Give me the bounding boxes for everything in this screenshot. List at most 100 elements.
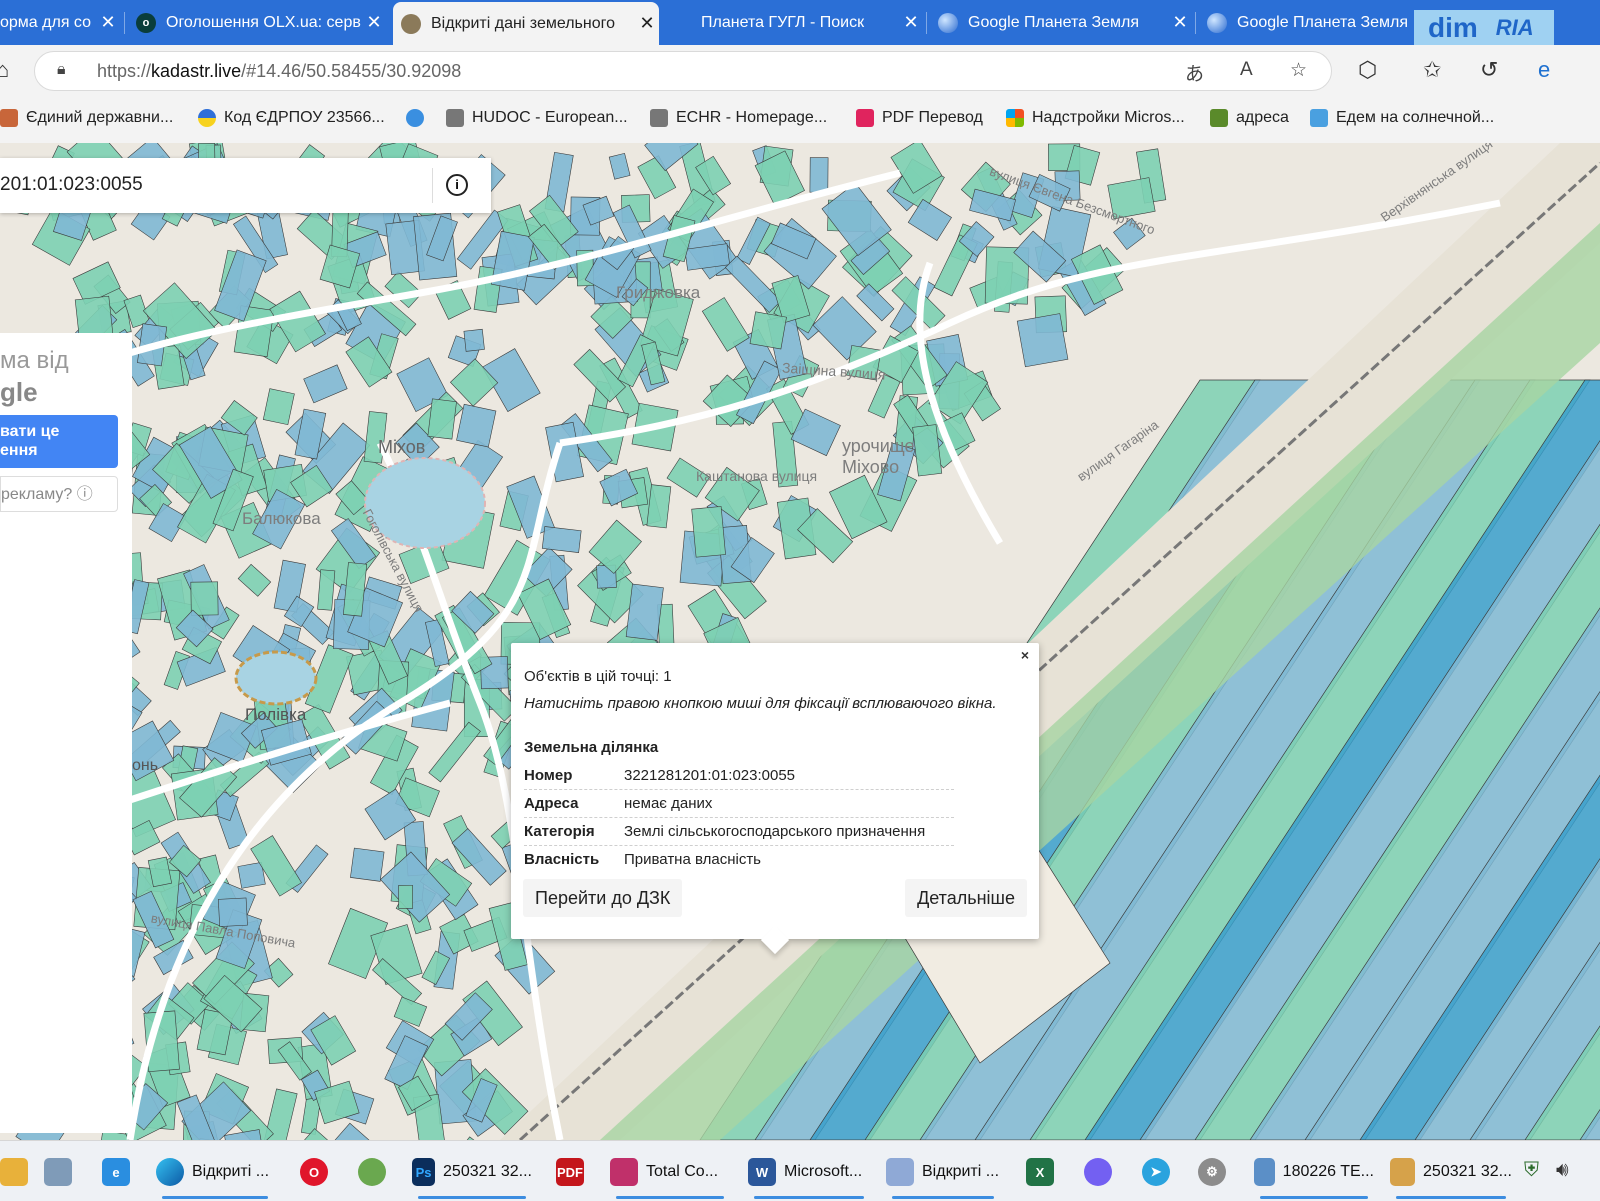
bookmark-solar[interactable]: Едем на солнечной...: [1310, 109, 1494, 127]
ie-mode-icon[interactable]: e: [1538, 57, 1550, 83]
photoshop-icon: Ps: [412, 1158, 436, 1186]
parcel-popup[interactable]: × Об'єктів в цій точці: 1 Натисніть прав…: [511, 643, 1039, 955]
word-icon: W: [748, 1158, 776, 1186]
cadastre-search[interactable]: 201:01:023:0055 i: [0, 158, 491, 213]
bookmark-hudoc[interactable]: HUDOC - European...: [446, 109, 628, 127]
taskbar-total-commander[interactable]: Total Co...: [610, 1151, 730, 1199]
favorite-star-icon[interactable]: ☆: [1290, 59, 1307, 82]
tab-title: орма для со: [0, 13, 91, 31]
close-icon[interactable]: ✕: [899, 12, 923, 33]
taskbar-pdf[interactable]: PDF: [556, 1151, 592, 1193]
tab-google-search[interactable]: Планета ГУГЛ - Поиск ✕: [663, 4, 923, 41]
globe-icon: [401, 13, 421, 34]
close-icon[interactable]: ✕: [1168, 12, 1192, 33]
taskbar-excel[interactable]: X: [1026, 1151, 1062, 1193]
taskbar-calculator[interactable]: [44, 1151, 80, 1193]
app-icon: [358, 1158, 386, 1186]
telegram-icon: ➤: [1142, 1158, 1170, 1186]
address-bar: ⌂ 🔒︎ https://kadastr.live/#14.46/50.5845…: [0, 45, 1600, 95]
cadastral-map[interactable]: Гриджовка Заіщина вулиця урочище Міхово …: [0, 143, 1600, 1140]
row-key: Категорія: [524, 823, 595, 840]
taskbar-explorer[interactable]: [0, 1151, 36, 1193]
close-icon[interactable]: ✕: [635, 13, 659, 34]
taskbar-viber[interactable]: [1084, 1151, 1120, 1193]
taskbar-app[interactable]: [358, 1151, 394, 1193]
row-key: Власність: [524, 851, 600, 868]
close-icon[interactable]: ×: [1021, 647, 1029, 663]
pdf-icon: [856, 109, 874, 127]
tab-document[interactable]: орма для со ✕: [0, 4, 120, 41]
bookmark-pdf[interactable]: PDF Перевод: [856, 109, 983, 127]
taskbar-photoshop[interactable]: Ps 250321 32...: [412, 1151, 532, 1199]
flag-icon: [198, 109, 216, 127]
bookmark-registry[interactable]: Єдиний державни...: [0, 109, 173, 127]
tab-title: Відкриті дані земельного: [431, 14, 616, 32]
history-icon[interactable]: ↺: [1480, 57, 1498, 83]
taskbar: e Відкриті ... O Ps 250321 32... PDF Tota…: [0, 1140, 1600, 1201]
translate-icon[interactable]: あ: [1185, 59, 1204, 86]
parcel-row-category: Категорія Землі сільськогосподарського п…: [524, 819, 954, 846]
bookmark-label: Надстройки Micros...: [1032, 109, 1185, 126]
read-aloud-icon[interactable]: A: [1240, 59, 1253, 81]
map-label-tract: урочище Міхово: [842, 436, 915, 477]
popup-hint: Натисніть правою кнопкою миші для фіксац…: [524, 695, 997, 712]
info-icon[interactable]: i: [446, 174, 468, 196]
bookmark-label: Єдиний державни...: [26, 109, 174, 126]
bookmark-echr[interactable]: ECHR - Homepage...: [650, 109, 827, 127]
search-input[interactable]: 201:01:023:0055: [0, 174, 143, 196]
taskbar-telegram[interactable]: ➤: [1142, 1151, 1178, 1193]
tab-kadastr[interactable]: Відкриті дані земельного ✕: [393, 2, 659, 45]
url-field[interactable]: 🔒︎ https://kadastr.live/#14.46/50.58455/…: [34, 51, 1332, 91]
floppy-icon: [610, 1158, 638, 1186]
taskbar-word[interactable]: W Microsoft...: [748, 1151, 870, 1199]
tab-title: Google Планета Земля: [1237, 13, 1409, 31]
edge-icon: [156, 1158, 184, 1186]
taskbar-settings[interactable]: ⚙: [1198, 1151, 1234, 1193]
ad-report-button[interactable]: вати це ення: [0, 415, 118, 468]
calculator-icon: [44, 1158, 72, 1186]
taskbar-label: Відкриті ...: [192, 1163, 270, 1180]
map-label-locality: Полівка: [245, 705, 307, 724]
tab-google-earth-2[interactable]: Google Планета Земля: [1199, 4, 1414, 41]
extensions-icon[interactable]: ⬡: [1358, 57, 1377, 83]
taskbar-document[interactable]: Відкриті ...: [886, 1151, 1000, 1199]
tab-title: Планета ГУГЛ - Поиск: [701, 13, 865, 31]
bookmark-edrpou[interactable]: Код ЄДРПОУ 23566...: [198, 109, 385, 127]
back-icon[interactable]: ⌂: [0, 57, 9, 83]
taskbar-edge[interactable]: Відкриті ...: [156, 1151, 274, 1199]
close-icon[interactable]: ✕: [96, 12, 120, 33]
taskbar-label: Total Co...: [646, 1163, 719, 1180]
map-canvas[interactable]: [0, 143, 1600, 1140]
favorites-icon[interactable]: ✩: [1423, 57, 1441, 83]
go-to-dzk-button[interactable]: Перейти до ДЗК: [523, 879, 683, 917]
close-icon[interactable]: ✕: [362, 12, 386, 33]
taskbar-opera[interactable]: O: [300, 1151, 336, 1193]
parcel-row-address: Адреса немає даних: [524, 791, 954, 818]
bookmark-blank[interactable]: [406, 109, 432, 127]
registry-icon: [0, 109, 18, 127]
taskbar-paint[interactable]: 250321 32...: [1390, 1151, 1512, 1199]
bookmark-label: PDF Перевод: [882, 109, 983, 126]
defender-icon[interactable]: ⛨: [1524, 1159, 1539, 1182]
excel-icon: X: [1026, 1158, 1054, 1186]
building-icon: [650, 109, 668, 127]
bookmark-label: HUDOC - European...: [472, 109, 628, 126]
volume-icon[interactable]: 🔊︎: [1556, 1159, 1569, 1182]
tab-olx[interactable]: o Оголошення OLX.ua: серв ✕: [128, 4, 386, 41]
taskbar-label: 180226 TE...: [1282, 1163, 1374, 1180]
image-icon: [1254, 1158, 1275, 1186]
lock-icon[interactable]: 🔒︎: [57, 61, 77, 81]
bookmark-ms-addins[interactable]: Надстройки Micros...: [1006, 109, 1185, 127]
details-button[interactable]: Детальніше: [905, 879, 1027, 917]
taskbar-ie[interactable]: e: [102, 1151, 138, 1193]
row-value: Землі сільськогосподарського призначення: [624, 823, 926, 840]
bookmark-label: адреса: [1236, 109, 1289, 126]
dimria-logo[interactable]: dim RIA: [1414, 10, 1554, 46]
folder-icon: [0, 1158, 28, 1186]
bookmark-address[interactable]: адреса: [1210, 109, 1289, 127]
bookmarks-bar: Єдиний державни... Код ЄДРПОУ 23566... H…: [0, 95, 1600, 144]
taskbar-image-viewer[interactable]: 180226 TE...: [1254, 1151, 1374, 1199]
tab-google-earth[interactable]: Google Планета Земля ✕: [930, 4, 1192, 41]
row-value: Приватна власність: [624, 851, 761, 868]
ad-why-link[interactable]: рекламу? ⓘ: [0, 476, 118, 512]
